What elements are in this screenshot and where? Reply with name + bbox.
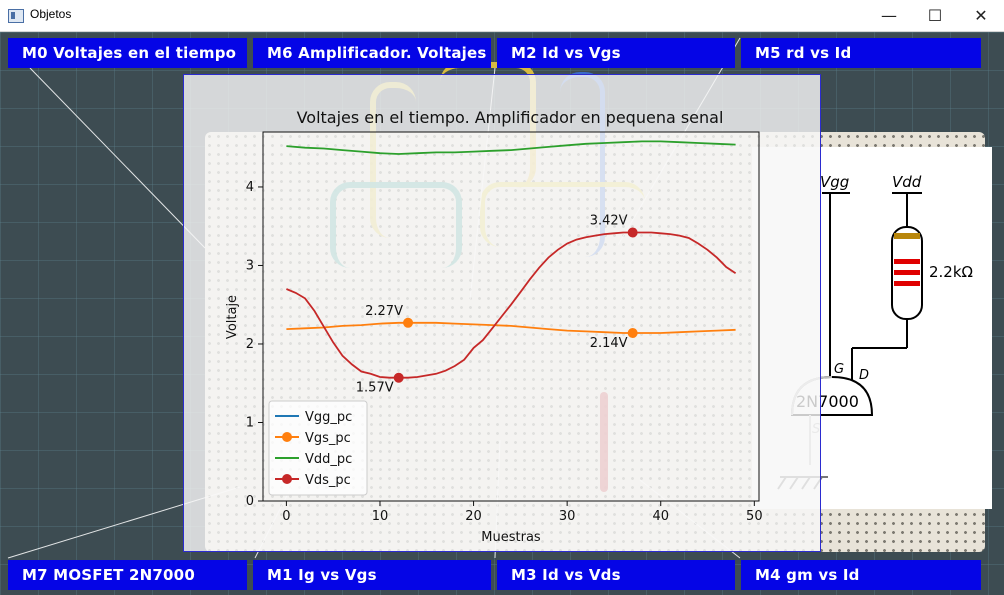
menu-button-m0[interactable]: M0 Voltajes en el tiempo bbox=[8, 38, 247, 68]
gate-pin-label: G bbox=[834, 362, 844, 377]
menu-button-m4[interactable]: M4 gm vs Id bbox=[741, 560, 981, 590]
resistor-icon bbox=[891, 226, 923, 320]
y-tick-label: 0 bbox=[246, 494, 254, 509]
menu-button-m6[interactable]: M6 Amplificador. Voltajes bbox=[253, 38, 491, 68]
voltage-plot-panel: Voltajes en el tiempo. Amplificador en p… bbox=[183, 74, 821, 552]
legend-label: Vds_pc bbox=[305, 473, 351, 488]
data-label: 3.42V bbox=[590, 213, 628, 228]
data-label: 1.57V bbox=[356, 381, 394, 396]
legend-label: Vgg_pc bbox=[305, 410, 352, 425]
legend-label: Vgs_pc bbox=[305, 431, 351, 446]
y-tick-label: 1 bbox=[246, 415, 254, 430]
menu-button-m7[interactable]: M7 MOSFET 2N7000 bbox=[8, 560, 247, 590]
chart-legend: Vgg_pc Vgs_pc Vdd_pc Vds_pc bbox=[268, 400, 368, 496]
series-line-vds-pc bbox=[286, 231, 737, 379]
data-point-marker bbox=[627, 227, 638, 238]
x-tick-label: 0 bbox=[282, 509, 290, 524]
x-tick-label: 20 bbox=[465, 509, 482, 524]
data-label: 2.27V bbox=[365, 304, 403, 319]
y-tick-label: 3 bbox=[246, 258, 254, 273]
x-tick-label: 40 bbox=[652, 509, 669, 524]
x-tick-label: 50 bbox=[746, 509, 763, 524]
y-axis-label: Voltaje bbox=[225, 295, 240, 339]
x-axis-label: Muestras bbox=[481, 530, 541, 545]
data-point-marker bbox=[393, 372, 404, 383]
series-line-vdd-pc bbox=[286, 140, 736, 155]
y-tick-label: 4 bbox=[246, 180, 254, 195]
vdd-label: Vdd bbox=[892, 173, 922, 191]
legend-marker bbox=[282, 432, 292, 442]
chart-title: Voltajes en el tiempo. Amplificador en p… bbox=[297, 108, 724, 127]
resistor-label: 2.2kΩ bbox=[929, 263, 973, 281]
data-point-marker bbox=[627, 327, 638, 338]
y-tick-label: 2 bbox=[246, 337, 254, 352]
menu-button-m2[interactable]: M2 Id vs Vgs bbox=[497, 38, 735, 68]
x-tick-label: 10 bbox=[372, 509, 389, 524]
legend-label: Vdd_pc bbox=[305, 452, 352, 467]
menu-button-m3[interactable]: M3 Id vs Vds bbox=[497, 560, 735, 590]
drain-pin-label: D bbox=[859, 368, 869, 383]
legend-marker bbox=[282, 474, 292, 484]
data-point-marker bbox=[403, 317, 414, 328]
menu-button-m5[interactable]: M5 rd vs Id bbox=[741, 38, 981, 68]
data-label: 2.14V bbox=[590, 336, 628, 351]
x-tick-label: 30 bbox=[559, 509, 576, 524]
vgg-label: Vgg bbox=[820, 173, 849, 191]
voltage-chart: Voltajes en el tiempo. Amplificador en p… bbox=[225, 108, 763, 545]
series-line-vgs-pc bbox=[286, 321, 736, 334]
menu-button-m1[interactable]: M1 Ig vs Vgs bbox=[253, 560, 491, 590]
